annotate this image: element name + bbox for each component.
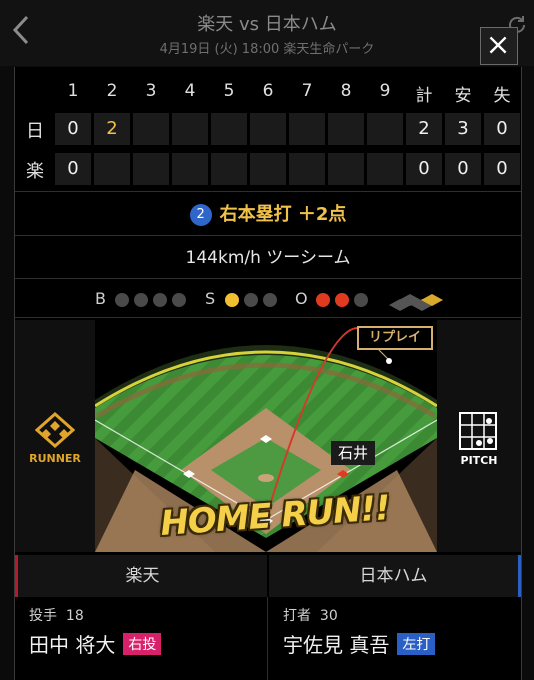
divider [15, 235, 521, 236]
batter-hand-badge: 左打 [397, 633, 436, 655]
team-tabs: 楽天 日本ハム [15, 555, 521, 597]
total-runs-cell: 2 [406, 113, 442, 145]
ball-dot [172, 293, 186, 307]
tab-home-team[interactable]: 楽天 [15, 555, 267, 597]
pitcher-name: 田中 将大 [29, 633, 116, 657]
strike-dot [225, 293, 239, 307]
ball-dot [153, 293, 167, 307]
score-cell: 0 [55, 153, 91, 185]
batter-role-label: 打者 [283, 608, 311, 624]
top-bar: 楽天 vs 日本ハム 4月19日 (火) 18:00 楽天生命パーク [0, 0, 534, 66]
team-initial-visitor: 日 [26, 121, 44, 142]
pitcher-role-label: 投手 [29, 608, 57, 624]
outs-label: O [295, 289, 308, 308]
batter-number: 30 [319, 608, 338, 624]
score-cell [328, 153, 364, 185]
close-icon [489, 36, 507, 54]
inning-header: 4 [184, 81, 196, 101]
runner-label: RUNNER [29, 452, 81, 465]
ball-count: B S O [15, 285, 521, 313]
tab-visitor-team[interactable]: 日本ハム [269, 555, 521, 597]
score-cell: 0 [55, 113, 91, 145]
batter-info[interactable]: 打者 30 宇佐見 真吾 左打 [283, 605, 533, 658]
base-diamond-icon [35, 412, 75, 448]
play-result: 2 右本塁打 ＋2点 [15, 197, 521, 233]
score-cell [289, 113, 325, 145]
total-runs-header: 計 [415, 86, 433, 106]
total-errors-cell: 0 [484, 113, 520, 145]
pitcher-hand-badge: 右投 [123, 633, 162, 655]
page-title: 楽天 vs 日本ハム [197, 14, 337, 35]
ball-dot [134, 293, 148, 307]
total-runs-cell: 0 [406, 153, 442, 185]
strikes-label: S [205, 289, 216, 308]
play-result-text: 右本塁打 ＋2点 [219, 204, 347, 225]
total-errors-header: 失 [493, 86, 511, 106]
field-view: リプレイ 石井 HOME RUN!! [95, 320, 437, 552]
play-detail-modal: 1 2 3 4 5 6 7 8 9 計 安 失 日 0 2 2 3 0 楽 0 [14, 67, 522, 680]
total-hits-header: 安 [454, 86, 472, 106]
pitch-label: PITCH [460, 454, 498, 467]
pitch-info: 144km/h ツーシーム [185, 248, 351, 268]
score-cell: 2 [94, 113, 130, 145]
ball-dot [115, 293, 129, 307]
pitcher-info[interactable]: 投手 18 田中 将大 右投 [29, 605, 279, 658]
inning-header: 3 [145, 81, 157, 101]
score-cell [367, 153, 403, 185]
inning-header: 1 [67, 81, 79, 101]
out-dot [335, 293, 349, 307]
out-dot [354, 293, 368, 307]
score-cell [133, 113, 169, 145]
score-cell [328, 113, 364, 145]
score-cell [367, 113, 403, 145]
runners-mini-diamond-icon [389, 294, 443, 311]
pitcher-number: 18 [65, 608, 84, 624]
score-cell [172, 113, 208, 145]
batter-role: 打者 30 [283, 605, 533, 625]
strike-dot [244, 293, 258, 307]
inning-header: 6 [262, 81, 274, 101]
batter-number-badge: 2 [189, 204, 212, 226]
total-hits-cell: 0 [445, 153, 481, 185]
inning-header: 7 [301, 81, 313, 101]
strike-dot [263, 293, 277, 307]
divider [15, 317, 521, 318]
score-cell [211, 153, 247, 185]
score-cell [250, 113, 286, 145]
pitch-panel[interactable]: PITCH [437, 320, 521, 552]
divider [15, 191, 521, 192]
out-dot [316, 293, 330, 307]
inning-header: 9 [379, 81, 391, 101]
replay-button[interactable]: リプレイ [357, 326, 433, 350]
inning-header: 2 [106, 81, 118, 101]
game-info: 4月19日 (火) 18:00 楽天生命パーク [159, 42, 375, 57]
divider [267, 597, 268, 680]
score-cell [289, 153, 325, 185]
score-cell [94, 153, 130, 185]
runner-panel[interactable]: RUNNER [15, 320, 95, 552]
total-errors-cell: 0 [484, 153, 520, 185]
close-button[interactable] [480, 27, 518, 65]
score-cell [133, 153, 169, 185]
inning-header: 8 [340, 81, 352, 101]
team-initial-home: 楽 [26, 161, 44, 182]
divider [15, 278, 521, 279]
strike-zone-icon [459, 412, 497, 450]
pitcher-role: 投手 18 [29, 605, 279, 625]
balls-label: B [95, 289, 106, 308]
score-cell [211, 113, 247, 145]
fielder-name-tag: 石井 [331, 441, 375, 465]
batter-name: 宇佐見 真吾 [283, 633, 390, 657]
score-cell [250, 153, 286, 185]
total-hits-cell: 3 [445, 113, 481, 145]
score-cell [172, 153, 208, 185]
inning-header: 5 [223, 81, 235, 101]
